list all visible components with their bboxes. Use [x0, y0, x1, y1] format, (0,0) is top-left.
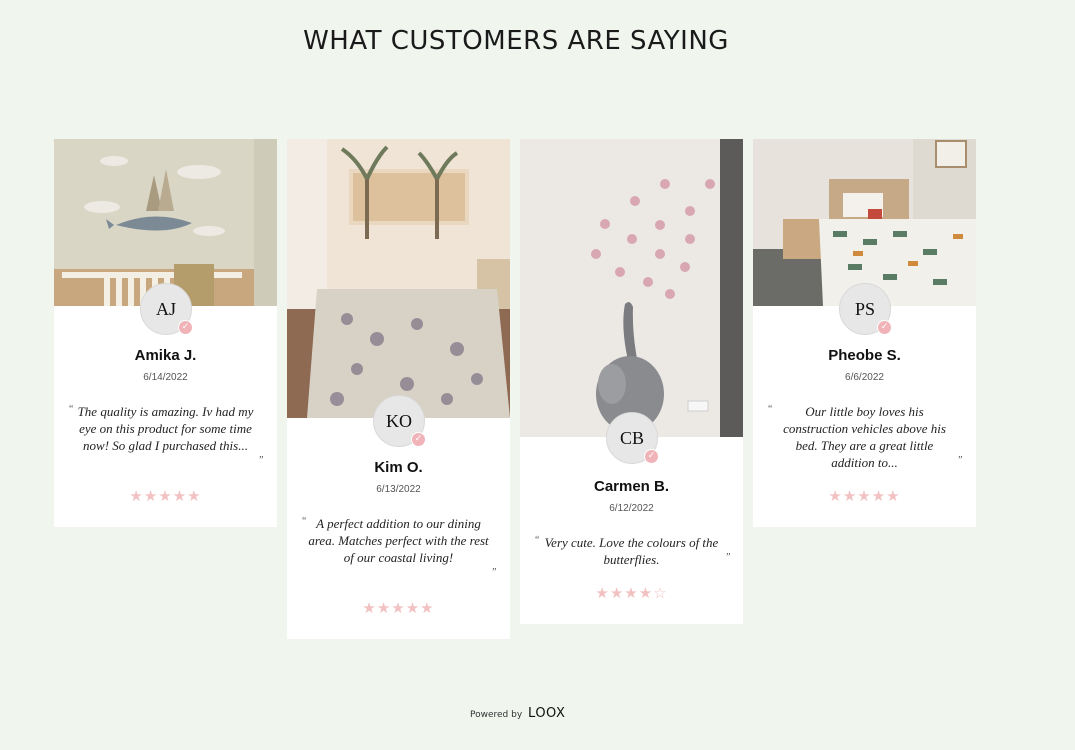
close-quote: ”: [258, 455, 264, 466]
powered-by-label: Powered by: [470, 710, 523, 720]
review-photo[interactable]: [287, 139, 510, 418]
star-rating: ★★★★★: [362, 599, 435, 617]
avatar: CB ✓: [606, 412, 659, 464]
loox-logo[interactable]: LOOX: [528, 706, 565, 721]
powered-by[interactable]: Powered by LOOX: [470, 706, 565, 721]
review-text: The quality is amazing. Iv had my eye on…: [77, 404, 254, 453]
check-icon: ✓: [178, 320, 193, 335]
review-date: 6/14/2022: [143, 372, 188, 383]
reviewer-name: Pheobe S.: [828, 347, 901, 364]
open-quote: “: [68, 404, 74, 415]
review-date: 6/13/2022: [376, 484, 421, 495]
star-rating: ★★★★★: [828, 487, 901, 505]
review-card[interactable]: CB ✓ Carmen B. 6/12/2022 “ Very cute. Lo…: [520, 139, 743, 624]
check-icon: ✓: [877, 320, 892, 335]
avatar-initials: AJ: [155, 299, 176, 319]
reviewer-name: Kim O.: [374, 459, 423, 476]
review-date: 6/12/2022: [609, 503, 654, 514]
avatar: PS ✓: [839, 283, 892, 335]
check-icon: ✓: [411, 432, 426, 447]
review-card[interactable]: PS ✓ Pheobe S. 6/6/2022 “ Our little boy…: [753, 139, 976, 527]
check-icon: ✓: [644, 449, 659, 464]
close-quote: ”: [725, 552, 731, 563]
star-rating: ★★★★★: [129, 487, 202, 505]
review-photo[interactable]: [54, 139, 277, 306]
reviewer-name: Carmen B.: [593, 478, 670, 495]
review-photo[interactable]: [520, 139, 743, 437]
review-text: A perfect addition to our dining area. M…: [308, 516, 489, 565]
close-quote: ”: [491, 567, 497, 578]
open-quote: “: [534, 535, 540, 546]
open-quote: “: [301, 516, 307, 527]
reviewer-name: Amika J.: [134, 347, 197, 364]
star-rating: ★★★★☆: [595, 584, 668, 602]
review-date: 6/6/2022: [845, 372, 884, 383]
review-text: Very cute. Love the colours of the butte…: [544, 535, 719, 567]
review-photo[interactable]: [753, 139, 976, 306]
avatar-initials: PS: [854, 299, 876, 319]
open-quote: “: [767, 404, 773, 415]
section-heading: WHAT CUSTOMERS ARE SAYING: [303, 26, 729, 56]
review-text: Our little boy loves his construction ve…: [783, 404, 946, 470]
review-card[interactable]: KO ✓ Kim O. 6/13/2022 “ A perfect additi…: [287, 139, 510, 639]
review-card[interactable]: AJ ✓ Amika J. 6/14/2022 “ The quality is…: [54, 139, 277, 527]
avatar-initials: CB: [619, 428, 644, 448]
avatar: KO ✓: [373, 395, 426, 447]
avatar-initials: KO: [386, 411, 412, 431]
avatar: AJ ✓: [140, 283, 193, 335]
close-quote: ”: [957, 455, 963, 466]
